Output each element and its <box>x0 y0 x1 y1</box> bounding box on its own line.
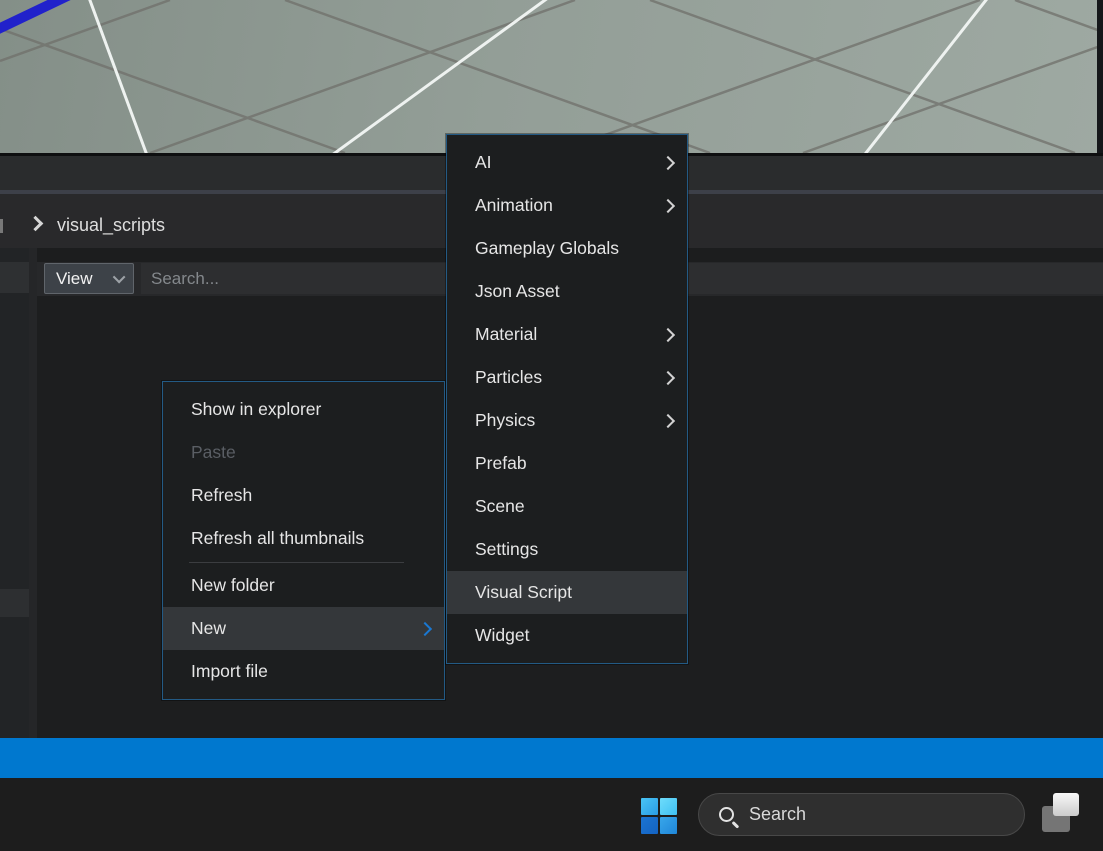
menu-item-import-file[interactable]: Import file <box>163 650 444 693</box>
menu-item-show-in-explorer[interactable]: Show in explorer <box>163 388 444 431</box>
submenu-item-ai[interactable]: AI <box>447 141 687 184</box>
context-menu: Show in explorer Paste Refresh Refresh a… <box>162 381 445 700</box>
search-icon <box>719 807 734 822</box>
submenu-item-visual-script[interactable]: Visual Script <box>447 571 687 614</box>
submenu-item-settings[interactable]: Settings <box>447 528 687 571</box>
submenu-item-widget[interactable]: Widget <box>447 614 687 657</box>
folder-tree-panel[interactable] <box>0 248 29 738</box>
folder-tree-toolbar <box>0 262 29 293</box>
submenu-arrow-icon <box>661 327 675 341</box>
status-bar <box>0 738 1103 778</box>
taskbar-search-box[interactable]: Search <box>698 793 1025 836</box>
submenu-item-animation[interactable]: Animation <box>447 184 687 227</box>
folder-tree-selected-item[interactable] <box>0 589 29 617</box>
viewport-right-edge <box>1097 0 1103 153</box>
major-grid-line <box>88 0 148 153</box>
breadcrumb-folder[interactable]: visual_scripts <box>57 215 165 236</box>
panel-splitter[interactable] <box>29 248 37 738</box>
stacked-windows-icon[interactable] <box>1040 791 1088 835</box>
axis-line-blue <box>0 0 80 32</box>
menu-item-refresh[interactable]: Refresh <box>163 474 444 517</box>
view-button-label: View <box>56 269 116 289</box>
submenu-item-particles[interactable]: Particles <box>447 356 687 399</box>
submenu-arrow-icon <box>661 198 675 212</box>
screen: visual_scripts View Show in explorer Pas… <box>0 0 1103 851</box>
taskbar-search-label: Search <box>749 804 806 825</box>
submenu-arrow-icon <box>661 155 675 169</box>
menu-item-new[interactable]: New <box>163 607 444 650</box>
submenu-item-prefab[interactable]: Prefab <box>447 442 687 485</box>
submenu-arrow-icon <box>661 370 675 384</box>
new-submenu: AI Animation Gameplay Globals Json Asset… <box>446 134 688 664</box>
menu-item-refresh-all-thumbnails[interactable]: Refresh all thumbnails <box>163 517 444 560</box>
menu-item-paste[interactable]: Paste <box>163 431 444 474</box>
submenu-item-material[interactable]: Material <box>447 313 687 356</box>
submenu-item-physics[interactable]: Physics <box>447 399 687 442</box>
viewport-3d[interactable] <box>0 0 1103 153</box>
menu-separator <box>189 562 404 563</box>
submenu-item-json-asset[interactable]: Json Asset <box>447 270 687 313</box>
submenu-arrow-icon <box>418 621 432 635</box>
submenu-item-scene[interactable]: Scene <box>447 485 687 528</box>
windows-start-icon[interactable] <box>641 798 677 834</box>
submenu-item-gameplay-globals[interactable]: Gameplay Globals <box>447 227 687 270</box>
grid-floor <box>0 0 1103 153</box>
breadcrumb-clipped-item <box>0 219 3 233</box>
submenu-arrow-icon <box>661 413 675 427</box>
menu-item-new-folder[interactable]: New folder <box>163 564 444 607</box>
view-dropdown-button[interactable]: View <box>44 263 134 294</box>
